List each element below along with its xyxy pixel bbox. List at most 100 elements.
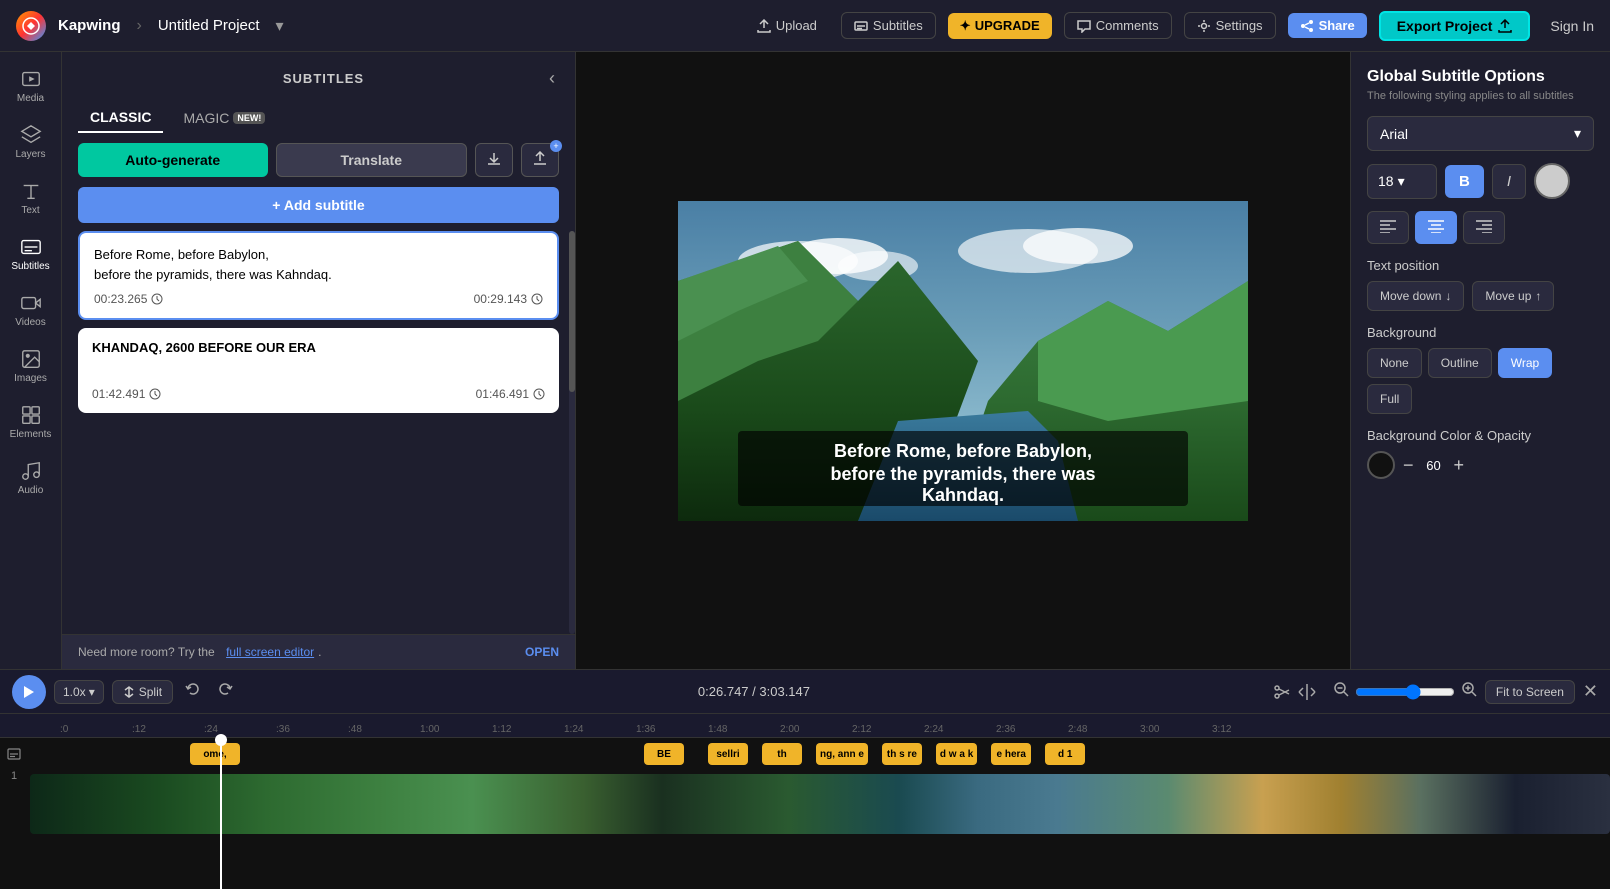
panel-header: SUBTITLES ‹ — [62, 52, 575, 93]
settings-button[interactable]: Settings — [1184, 12, 1276, 39]
sidebar-item-audio[interactable]: Audio — [4, 452, 58, 504]
close-timeline-button[interactable]: ✕ — [1583, 681, 1598, 702]
sidebar-item-media[interactable]: Media — [4, 60, 58, 112]
move-down-button[interactable]: Move down ↓ — [1367, 281, 1464, 311]
brand-name[interactable]: Kapwing — [58, 17, 121, 34]
video-filmstrip[interactable] — [30, 774, 1610, 834]
undo-icon — [185, 681, 201, 697]
sidebar-item-images[interactable]: Images — [4, 340, 58, 392]
subtitle-start-2[interactable]: 01:42.491 — [92, 387, 161, 401]
zoom-slider[interactable] — [1355, 684, 1455, 700]
upgrade-button[interactable]: ✦ UPGRADE — [948, 13, 1052, 39]
split-button[interactable]: Split — [112, 680, 173, 704]
align-right-button[interactable] — [1463, 211, 1505, 244]
bg-color-picker[interactable] — [1367, 451, 1395, 479]
font-row: Arial ▾ — [1367, 116, 1594, 151]
sidebar-item-layers[interactable]: Layers — [4, 116, 58, 168]
subtitles-sidebar-icon — [20, 236, 42, 258]
subtitle-clip-6[interactable]: d w a k — [936, 743, 977, 765]
subtitle-end-2[interactable]: 01:46.491 — [476, 387, 545, 401]
scrollbar-track[interactable] — [569, 231, 575, 634]
bg-outline-button[interactable]: Outline — [1428, 348, 1492, 378]
comments-button[interactable]: Comments — [1064, 12, 1172, 39]
subtitle-clip-3[interactable]: th — [762, 743, 802, 765]
subtitle-clip-5[interactable]: th s re — [882, 743, 922, 765]
align-left-button[interactable] — [1367, 211, 1409, 244]
subtitles-icon — [854, 19, 868, 33]
panel-footer: Need more room? Try the full screen edit… — [62, 634, 575, 669]
bg-full-button[interactable]: Full — [1367, 384, 1412, 414]
opacity-minus-button[interactable]: − — [1403, 455, 1414, 476]
action-buttons-row: Auto-generate Translate + — [62, 133, 575, 187]
right-panel: Global Subtitle Options The following st… — [1350, 52, 1610, 669]
bg-none-button[interactable]: None — [1367, 348, 1422, 378]
text-color-button[interactable] — [1534, 163, 1570, 199]
import-srt-button[interactable] — [475, 143, 513, 177]
font-select[interactable]: Arial ▾ — [1367, 116, 1594, 151]
subtitle-track-label — [0, 747, 28, 761]
subtitle-clip-8[interactable]: d 1 — [1045, 743, 1085, 765]
ruler-tick-1: :12 — [132, 724, 204, 735]
media-icon — [20, 68, 42, 90]
align-center-icon — [1428, 219, 1444, 233]
ruler-tick-2: :24 — [204, 724, 276, 735]
size-chevron-icon: ▾ — [1398, 173, 1405, 190]
undo-button[interactable] — [181, 677, 205, 706]
scrollbar-thumb[interactable] — [569, 231, 575, 392]
sign-in-button[interactable]: Sign In — [1550, 18, 1594, 34]
sidebar-item-text[interactable]: Text — [4, 172, 58, 224]
bg-wrap-button[interactable]: Wrap — [1498, 348, 1552, 378]
ruler-tick-10: 2:00 — [780, 724, 852, 735]
zoom-in-button[interactable] — [1461, 681, 1477, 702]
export-srt-icon — [532, 151, 548, 167]
align-right-icon — [1476, 219, 1492, 233]
subtitle-clip-4[interactable]: ng, ann e — [816, 743, 868, 765]
panel-close-button[interactable]: ‹ — [545, 64, 559, 93]
sidebar-item-videos[interactable]: Videos — [4, 284, 58, 336]
zoom-controls — [1333, 681, 1477, 702]
speed-button[interactable]: 1.0x ▾ — [54, 680, 104, 704]
subtitle-clip-7[interactable]: e hera — [991, 743, 1031, 765]
audio-icon — [20, 460, 42, 482]
project-chevron-icon[interactable]: ▾ — [276, 16, 284, 36]
fullscreen-editor-link[interactable]: full screen editor — [226, 645, 314, 659]
import-icon — [486, 151, 502, 167]
subtitle-end-1[interactable]: 00:29.143 — [474, 292, 543, 306]
translate-button[interactable]: Translate — [276, 143, 468, 177]
sidebar-item-elements[interactable]: Elements — [4, 396, 58, 448]
export-button[interactable]: Export Project — [1379, 11, 1531, 41]
upload-button[interactable]: Upload — [745, 13, 829, 38]
main-area: Media Layers Text Subtitles Videos Image… — [0, 52, 1610, 669]
project-name[interactable]: Untitled Project — [158, 17, 260, 34]
subtitles-button[interactable]: Subtitles — [841, 12, 936, 39]
subtitle-clip-2[interactable]: sellri — [708, 743, 748, 765]
bold-button[interactable]: B — [1445, 165, 1484, 198]
track-area: ome, BE sellri th ng, ann e th s re d w … — [0, 738, 1610, 889]
subtitle-card-2[interactable]: KHANDAQ, 2600 BEFORE OUR ERA 01:42.491 0… — [78, 328, 559, 413]
share-button[interactable]: Share — [1288, 13, 1367, 38]
move-up-button[interactable]: Move up ↑ — [1472, 281, 1554, 311]
playhead[interactable] — [220, 738, 222, 889]
add-subtitle-button[interactable]: + Add subtitle — [78, 187, 559, 223]
sidebar-item-subtitles[interactable]: Subtitles — [4, 228, 58, 280]
tab-classic[interactable]: CLASSIC — [78, 103, 163, 133]
font-size-select[interactable]: 18 ▾ — [1367, 164, 1437, 199]
playhead-handle[interactable] — [215, 734, 227, 746]
subtitle-clip-0[interactable]: ome, — [190, 743, 240, 765]
subtitle-card-1[interactable]: Before Rome, before Babylon,before the p… — [78, 231, 559, 320]
subtitle-clip-1[interactable]: BE — [644, 743, 684, 765]
play-button[interactable] — [12, 675, 46, 709]
new-badge: NEW! — [233, 112, 265, 124]
subtitle-start-1[interactable]: 00:23.265 — [94, 292, 163, 306]
opacity-plus-button[interactable]: + — [1454, 455, 1465, 476]
zoom-out-button[interactable] — [1333, 681, 1349, 702]
fit-to-screen-button[interactable]: Fit to Screen — [1485, 680, 1575, 704]
align-center-button[interactable] — [1415, 211, 1457, 244]
autogenerate-button[interactable]: Auto-generate — [78, 143, 268, 177]
redo-button[interactable] — [213, 677, 237, 706]
app-logo — [16, 11, 46, 41]
export-srt-button[interactable]: + — [521, 143, 559, 177]
tab-magic[interactable]: MAGIC NEW! — [171, 103, 277, 133]
open-fullscreen-button[interactable]: OPEN — [525, 645, 559, 659]
italic-button[interactable]: I — [1492, 164, 1526, 199]
